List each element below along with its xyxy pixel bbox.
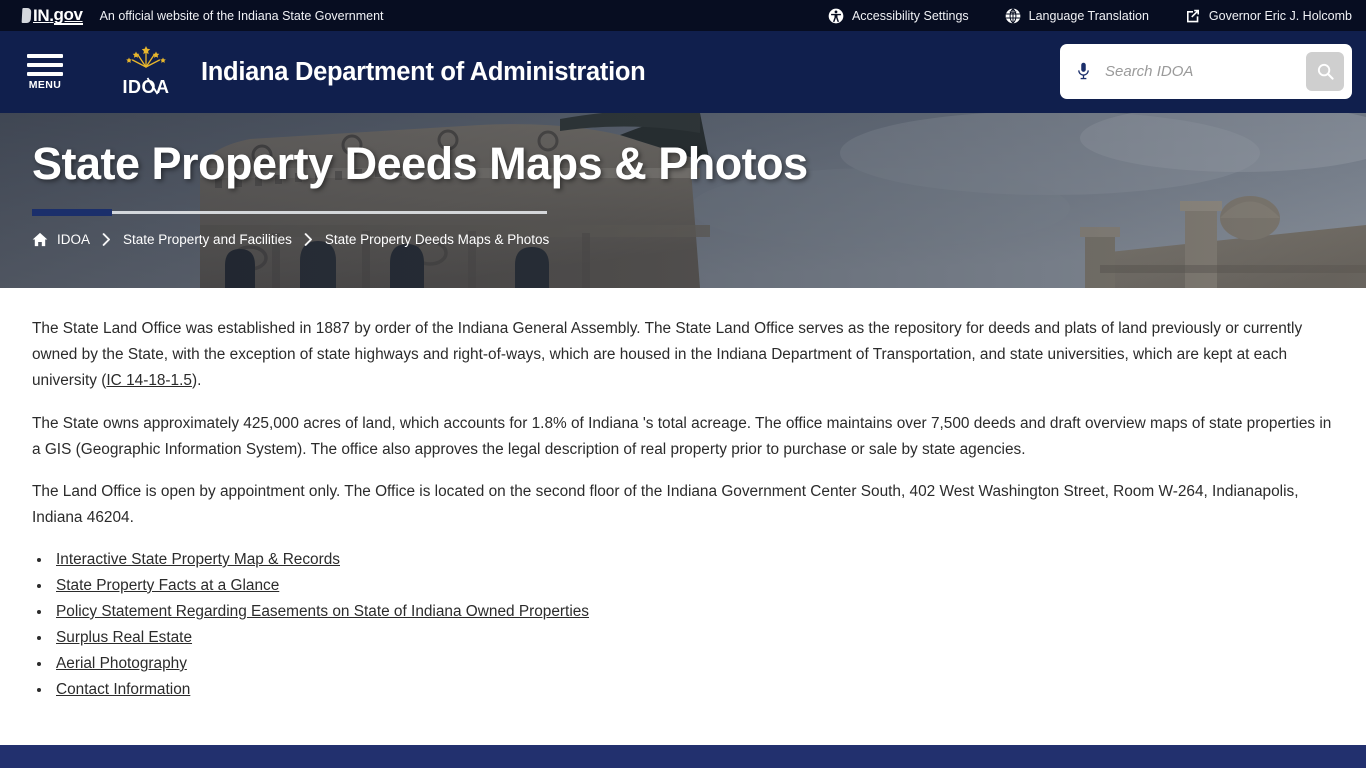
link-interactive-state-property-map[interactable]: Interactive State Property Map & Records [56, 551, 340, 568]
in-gov-logo-in: IN [33, 5, 50, 25]
svg-text:IDOA: IDOA [123, 77, 170, 97]
search-icon [1317, 63, 1334, 80]
in-gov-flag-icon [21, 8, 32, 23]
menu-button[interactable]: MENU [22, 53, 68, 91]
breadcrumb-item-current: State Property Deeds Maps & Photos [324, 232, 550, 248]
list-item: State Property Facts at a Glance [52, 573, 1334, 599]
agency-home-link[interactable]: IDOA Indiana Department of Administratio… [116, 44, 646, 100]
language-translation-link[interactable]: Language Translation [1005, 7, 1149, 24]
title-divider [32, 209, 547, 217]
site-footer [0, 745, 1366, 768]
chevron-right-icon [304, 233, 312, 247]
ic-statute-link[interactable]: IC 14-18-1.5 [106, 372, 192, 389]
chevron-right-icon [102, 233, 110, 247]
search-input[interactable] [1105, 63, 1306, 80]
link-aerial-photography[interactable]: Aerial Photography [56, 655, 187, 672]
globe-icon [1005, 7, 1020, 24]
list-item: Surplus Real Estate [52, 625, 1334, 651]
accessibility-settings-link[interactable]: Accessibility Settings [828, 8, 969, 24]
list-item: Contact Information [52, 677, 1334, 703]
paragraph-office-location: The Land Office is open by appointment o… [32, 483, 1299, 526]
menu-button-label: MENU [28, 78, 62, 91]
resource-link-list: Interactive State Property Map & Records… [52, 547, 1334, 703]
external-link-icon [1186, 9, 1199, 22]
home-icon[interactable] [32, 232, 48, 247]
in-gov-logo-gov: gov [53, 5, 83, 25]
accessibility-icon [828, 8, 844, 23]
page-title: State Property Deeds Maps & Photos [32, 138, 808, 189]
language-translation-label: Language Translation [1028, 8, 1149, 23]
hero-banner: State Property Deeds Maps & Photos IDOA … [0, 113, 1366, 288]
accessibility-settings-label: Accessibility Settings [851, 8, 969, 23]
in-gov-logo[interactable]: IN . gov [21, 5, 83, 26]
paragraph-1-text-before: The State Land Office was established in… [32, 320, 1303, 389]
link-state-property-facts[interactable]: State Property Facts at a Glance [56, 577, 279, 594]
governor-link[interactable]: Governor Eric J. Holcomb [1185, 8, 1352, 24]
list-item: Policy Statement Regarding Easements on … [52, 599, 1334, 625]
top-utility-bar: IN . gov An official website of the Indi… [0, 0, 1366, 31]
link-surplus-real-estate[interactable]: Surplus Real Estate [56, 629, 192, 646]
governor-label: Governor Eric J. Holcomb [1208, 8, 1352, 23]
breadcrumb-item-idoa[interactable]: IDOA [57, 232, 90, 247]
idoa-logo-icon: IDOA [123, 46, 170, 97]
search-submit-button[interactable] [1306, 52, 1344, 91]
breadcrumb-item-state-property-and-facilities[interactable]: State Property and Facilities [123, 232, 292, 247]
official-site-tagline: An official website of the Indiana State… [99, 8, 384, 23]
site-header: MENU IDOA Indiana Department of Administ… [0, 31, 1366, 113]
search-box [1060, 44, 1352, 99]
agency-title: Indiana Department of Administration [201, 57, 646, 86]
paragraph-acreage: The State owns approximately 425,000 acr… [32, 415, 1332, 458]
paragraph-land-office-history: The State Land Office was established in… [32, 316, 1334, 394]
link-policy-statement-easements[interactable]: Policy Statement Regarding Easements on … [56, 603, 589, 620]
hamburger-icon [27, 53, 63, 78]
microphone-icon[interactable] [1076, 62, 1091, 81]
paragraph-1-text-after: ). [191, 372, 202, 389]
link-contact-information[interactable]: Contact Information [56, 681, 190, 698]
main-content: The State Land Office was established in… [0, 288, 1366, 703]
breadcrumb: IDOA State Property and Facilities State… [32, 232, 1366, 247]
list-item: Interactive State Property Map & Records [52, 547, 1334, 573]
list-item: Aerial Photography [52, 651, 1334, 677]
top-utility-links: Accessibility Settings Language Translat… [828, 7, 1352, 24]
